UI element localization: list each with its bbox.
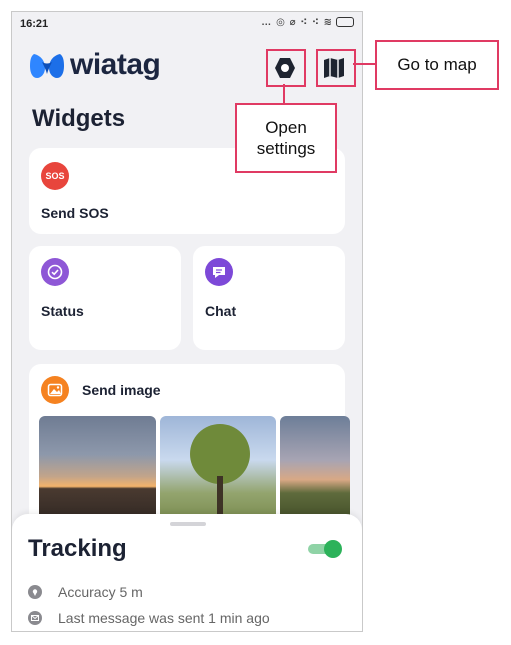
gallery-photo[interactable] — [160, 416, 276, 526]
map-callout-line — [353, 63, 375, 65]
status-icons: … ◎ ⌀ ⁖ ⁖ ≋ — [261, 17, 354, 28]
last-message-row: Last message was sent 1 min ago — [28, 610, 270, 626]
sos-icon: SOS — [41, 162, 69, 190]
go-to-map-text: Go to map — [397, 55, 477, 74]
accuracy-text: Accuracy 5 m — [58, 584, 143, 600]
widget-status[interactable]: Status — [29, 246, 181, 350]
open-settings-line1: Open — [265, 118, 307, 137]
tracking-title: Tracking — [28, 535, 127, 562]
app-brand: wiatag — [70, 48, 161, 81]
settings-highlight — [266, 49, 306, 87]
send-image-label: Send image — [82, 382, 161, 398]
chat-label: Chat — [205, 303, 237, 319]
status-icons-text: … ◎ ⌀ ⁖ ⁖ ≋ — [261, 17, 333, 28]
photo-tree — [190, 424, 250, 484]
accuracy-row: Accuracy 5 m — [28, 584, 143, 600]
send-sos-label: Send SOS — [41, 205, 109, 221]
battery-icon — [336, 17, 354, 28]
tracking-panel: Tracking Accuracy 5 m Last message was s… — [12, 514, 362, 631]
settings-callout-line — [283, 84, 285, 103]
open-settings-line2: settings — [256, 139, 316, 158]
gallery-photo[interactable] — [39, 416, 156, 526]
status-time: 16:21 — [20, 18, 49, 30]
toggle-knob — [324, 540, 342, 558]
page-title: Widgets — [32, 105, 126, 132]
photo-trunk — [217, 476, 223, 516]
status-bar: 16:21 … ◎ ⌀ ⁖ ⁖ ≋ — [12, 12, 362, 36]
status-label: Status — [41, 303, 84, 319]
mail-icon — [28, 611, 42, 625]
logo-icon — [30, 54, 64, 78]
tracking-toggle[interactable] — [308, 540, 342, 558]
image-icon — [41, 376, 69, 404]
go-to-map-callout: Go to map — [375, 40, 499, 90]
location-pin-icon — [28, 585, 42, 599]
chat-icon — [205, 258, 233, 286]
last-message-text: Last message was sent 1 min ago — [58, 610, 270, 626]
drag-handle[interactable] — [170, 522, 206, 526]
sos-icon-text: SOS — [45, 171, 65, 181]
map-highlight — [316, 49, 356, 87]
gallery-photo[interactable] — [280, 416, 350, 526]
widget-chat[interactable]: Chat — [193, 246, 345, 350]
check-icon — [41, 258, 69, 286]
open-settings-callout: Open settings — [235, 103, 337, 173]
